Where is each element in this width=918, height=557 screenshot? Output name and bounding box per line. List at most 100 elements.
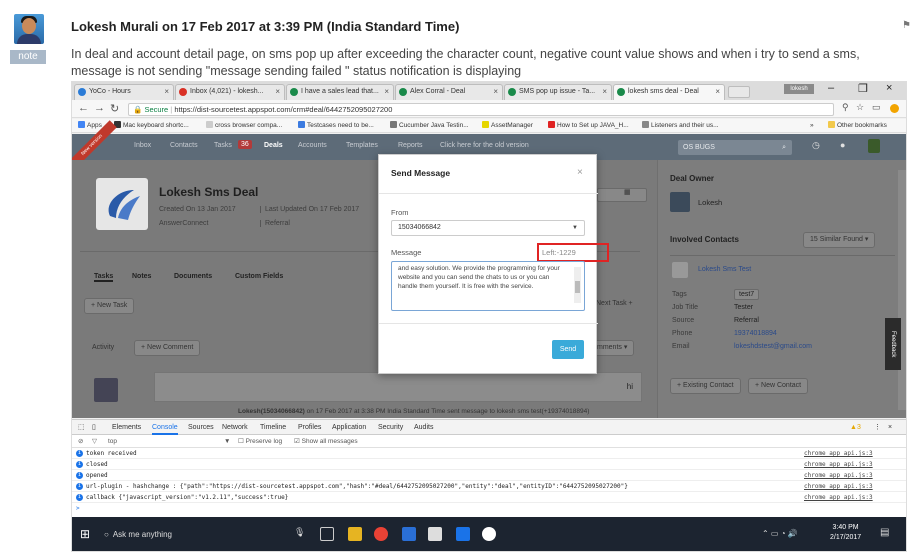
extension-badge-icon[interactable]	[890, 104, 899, 113]
tab-timeline[interactable]: Timeline	[260, 420, 286, 435]
console-prompt[interactable]: >	[72, 503, 906, 514]
bookmark-item[interactable]: cross browser compa...	[206, 119, 282, 133]
close-icon[interactable]: ×	[715, 85, 720, 99]
app-icon[interactable]	[482, 527, 496, 541]
other-bookmarks[interactable]: Other bookmarks	[828, 119, 887, 133]
source-link[interactable]: chrome_app_api.js:3	[804, 492, 873, 503]
tab-elements[interactable]: Elements	[112, 420, 141, 435]
existing-contact-button[interactable]: + Existing Contact	[670, 378, 741, 394]
bookmark-item[interactable]: Mac keyboard shortc...	[114, 119, 189, 133]
cortana-search[interactable]: ○ Ask me anything	[104, 527, 294, 543]
message-scroll-thumb[interactable]	[575, 281, 580, 293]
message-textarea[interactable]: and easy solution. We provide the progra…	[391, 261, 585, 311]
clock[interactable]: 3:40 PM 2/17/2017	[830, 523, 861, 543]
new-tab-button[interactable]	[728, 86, 750, 98]
tab-documents[interactable]: Documents	[174, 273, 212, 280]
minimize-icon[interactable]: –	[828, 82, 834, 94]
nav-deals[interactable]: Deals	[264, 142, 283, 149]
source-link[interactable]: chrome_app_api.js:3	[804, 481, 873, 492]
close-icon[interactable]: ×	[275, 85, 280, 99]
browser-tab[interactable]: SMS pop up issue - Ta... ×	[504, 84, 612, 100]
nav-templates[interactable]: Templates	[346, 142, 378, 149]
extension-icon[interactable]: ▭	[872, 102, 881, 113]
browser-tab-active[interactable]: lokesh sms deal - Deal ×	[613, 84, 725, 100]
microphone-icon[interactable]: 🎙	[294, 527, 308, 541]
sidebar-scrollbar[interactable]	[898, 170, 906, 410]
file-explorer-icon[interactable]	[348, 527, 362, 541]
store-icon[interactable]	[456, 527, 470, 541]
browser-tab[interactable]: Inbox (4,021) - lokesh... ×	[175, 84, 285, 100]
task-view-icon[interactable]	[320, 527, 334, 541]
close-icon[interactable]: ×	[384, 85, 389, 99]
restore-icon[interactable]: ❐	[858, 82, 868, 95]
tab-application[interactable]: Application	[332, 420, 366, 435]
windows-start-icon[interactable]: ⊞	[80, 527, 90, 541]
similar-found-dropdown[interactable]: 15 Similar Found ▾	[803, 232, 876, 248]
source-link[interactable]: chrome_app_api.js:3	[804, 470, 873, 481]
show-all-checkbox[interactable]: ☑ Show all messages	[294, 435, 358, 448]
tab-audits[interactable]: Audits	[414, 420, 433, 435]
browser-tab[interactable]: I have a sales lead that... ×	[286, 84, 394, 100]
devtools-menu-icon[interactable]: ⋮	[874, 420, 881, 435]
bookmark-item[interactable]: Listeners and their us...	[642, 119, 719, 133]
filter-icon[interactable]: ▽	[92, 435, 97, 448]
tab-tasks[interactable]: Tasks	[94, 273, 114, 282]
profile-chip[interactable]: lokesh	[784, 84, 814, 94]
tag-chip[interactable]: test7	[734, 289, 760, 300]
app-search-input[interactable]: OS BUGS ⌕	[678, 140, 792, 155]
tab-custom-fields[interactable]: Custom Fields	[235, 273, 283, 280]
forward-icon[interactable]: →	[94, 102, 105, 114]
bookmark-item[interactable]: Testcases need to be...	[298, 119, 374, 133]
next-task-button[interactable]: Next Task +	[596, 300, 633, 307]
tab-console[interactable]: Console	[152, 420, 178, 435]
tab-profiles[interactable]: Profiles	[298, 420, 321, 435]
url-field[interactable]: 🔒 Secure | https://dist-sourcetest.appsp…	[128, 103, 834, 116]
clock-icon[interactable]: ◷	[812, 140, 820, 151]
close-icon[interactable]: ×	[164, 85, 169, 99]
grid-icon[interactable]: ▦	[624, 188, 631, 196]
browser-tab[interactable]: Alex Corral - Deal ×	[395, 84, 503, 100]
warning-count[interactable]: ▲3	[850, 420, 861, 435]
bookmark-item[interactable]: Cucumber Java Testin...	[390, 119, 469, 133]
tab-notes[interactable]: Notes	[132, 273, 151, 280]
bookmark-item[interactable]: AssetManager	[482, 119, 533, 133]
email-value[interactable]: lokeshdstest@gmail.com	[734, 343, 812, 350]
notification-icon[interactable]: ●	[840, 140, 845, 150]
old-version-link[interactable]: Click here for the old version	[440, 142, 529, 149]
device-icon[interactable]: ▯	[92, 420, 96, 435]
nav-accounts[interactable]: Accounts	[298, 142, 327, 149]
system-tray-icons[interactable]: ⌃ ▭ ◔ 🔊	[762, 529, 798, 538]
send-button[interactable]: Send	[552, 340, 584, 359]
tab-security[interactable]: Security	[378, 420, 403, 435]
photos-icon[interactable]	[428, 527, 442, 541]
clear-console-icon[interactable]: ⊘	[78, 435, 83, 448]
context-select[interactable]: top	[108, 435, 117, 448]
feedback-tab[interactable]: Feedback	[885, 318, 901, 370]
back-icon[interactable]: ←	[78, 102, 89, 114]
bookmark-item[interactable]: How to Set up JAVA_H...	[548, 119, 629, 133]
close-window-icon[interactable]: ×	[886, 82, 892, 94]
activity-tab[interactable]: Activity	[92, 344, 114, 351]
contact-link[interactable]: Lokesh Sms Test	[698, 266, 751, 273]
source-link[interactable]: chrome_app_api.js:3	[804, 459, 873, 470]
pin-icon[interactable]: ⚲	[842, 102, 849, 113]
new-contact-button[interactable]: + New Contact	[748, 378, 809, 394]
source-link[interactable]: chrome_app_api.js:3	[804, 448, 873, 459]
phone-value[interactable]: 19374018894	[734, 330, 777, 337]
tab-sources[interactable]: Sources	[188, 420, 214, 435]
nav-reports[interactable]: Reports	[398, 142, 423, 149]
devtools-close-icon[interactable]: ×	[888, 420, 892, 435]
user-avatar[interactable]	[868, 139, 880, 153]
action-center-icon[interactable]: ▤	[880, 527, 889, 538]
close-icon[interactable]: ×	[602, 85, 607, 99]
nav-inbox[interactable]: Inbox	[134, 142, 151, 149]
flag-icon[interactable]: ⚑	[902, 20, 911, 31]
inspect-icon[interactable]: ⬚	[78, 420, 85, 435]
tab-network[interactable]: Network	[222, 420, 248, 435]
new-comment-button[interactable]: + New Comment	[134, 340, 201, 356]
preserve-log-checkbox[interactable]: ☐ Preserve log	[238, 435, 282, 448]
new-task-button[interactable]: + New Task	[84, 298, 135, 314]
bookmark-star-icon[interactable]: ☆	[856, 102, 864, 113]
from-select[interactable]: 15034066842 ▼	[391, 220, 585, 236]
bookmark-overflow[interactable]: »	[810, 119, 814, 133]
